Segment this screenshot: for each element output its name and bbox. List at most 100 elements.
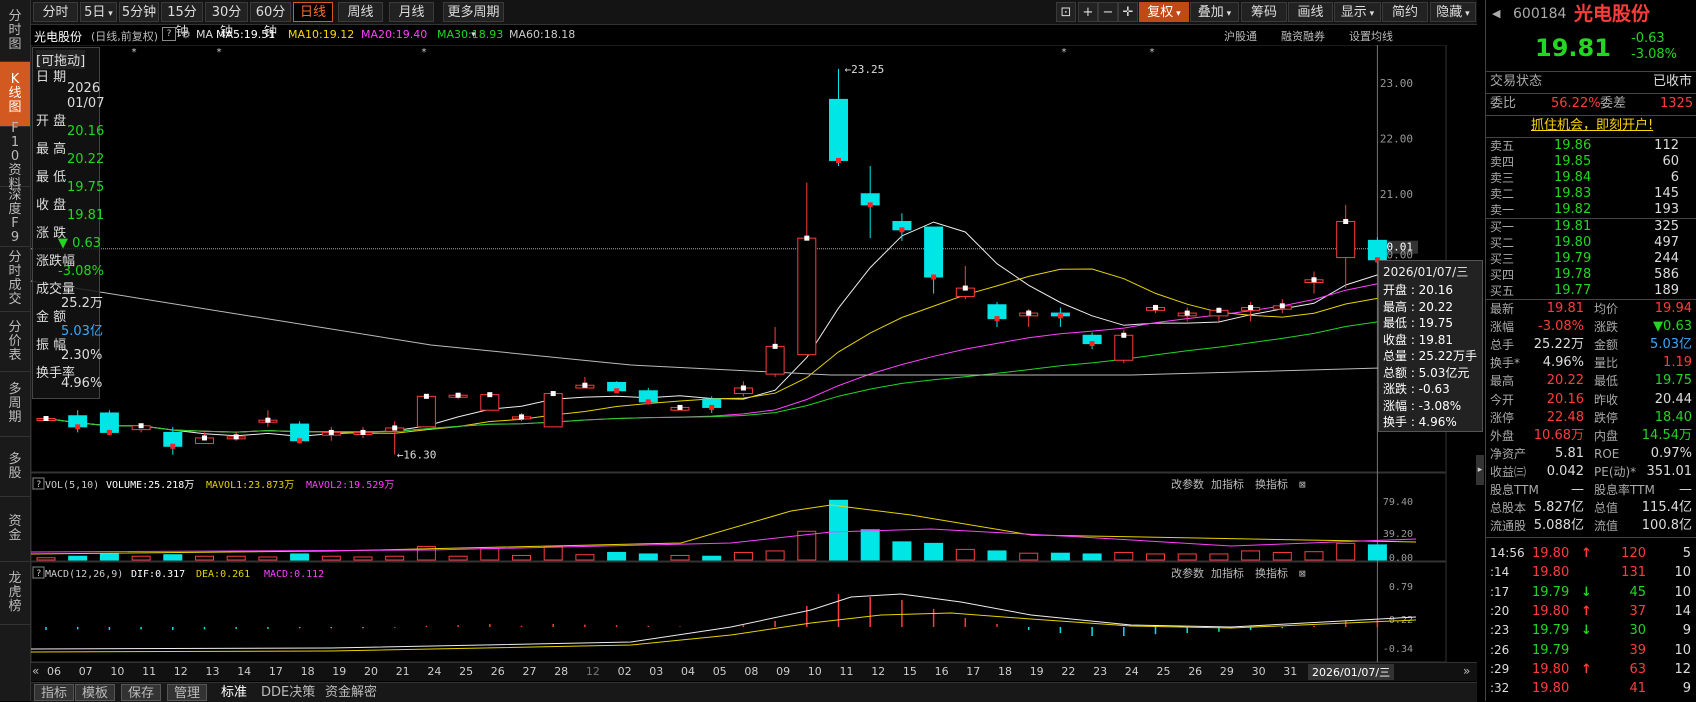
- volume-bar[interactable]: [1367, 544, 1387, 561]
- event-marker[interactable]: *: [1149, 47, 1155, 58]
- volume-bar[interactable]: [1146, 553, 1165, 561]
- period-6[interactable]: 日线: [293, 2, 333, 22]
- candle-body[interactable]: [1114, 334, 1134, 361]
- toolbar-right-1[interactable]: 叠加 ▾: [1190, 2, 1239, 22]
- sidebar-item-4[interactable]: 分时成交: [0, 247, 30, 312]
- volume-bar[interactable]: [195, 555, 214, 561]
- bottom-tab-1[interactable]: 模板: [75, 684, 116, 701]
- candle-body[interactable]: [765, 345, 785, 375]
- volume-bar[interactable]: [99, 553, 119, 561]
- period-2[interactable]: 5分钟: [119, 2, 159, 22]
- volume-bar[interactable]: [607, 551, 627, 561]
- link-margin[interactable]: 融资融券: [1281, 28, 1325, 44]
- volume-bar[interactable]: [1209, 553, 1229, 561]
- bottom-tab-2[interactable]: 保存: [121, 684, 162, 701]
- volume-bar[interactable]: [1272, 551, 1292, 561]
- candle-body[interactable]: [829, 98, 848, 161]
- sidebar-item-3[interactable]: 深度F9: [0, 187, 30, 247]
- gear-icon[interactable]: ⚙: [181, 28, 191, 41]
- vol-panel-link-1[interactable]: 加指标: [1211, 477, 1244, 491]
- volume-bar[interactable]: [131, 555, 151, 561]
- volume-bar[interactable]: [575, 554, 595, 561]
- price-panel[interactable]: [31, 45, 1447, 473]
- period-1[interactable]: 5日 ▾: [80, 2, 117, 22]
- sidebar-item-1[interactable]: K线图: [0, 62, 30, 127]
- candle-body[interactable]: [543, 393, 563, 428]
- candle-body[interactable]: [99, 412, 119, 433]
- event-marker[interactable]: *: [216, 47, 222, 58]
- volume-bar[interactable]: [955, 548, 975, 561]
- candle-body[interactable]: [797, 237, 817, 356]
- period-8[interactable]: 月线: [389, 2, 434, 22]
- volume-bar[interactable]: [68, 555, 88, 561]
- period-5[interactable]: 60分钟: [250, 2, 291, 40]
- volume-bar[interactable]: [543, 545, 563, 561]
- sidebar-item-5[interactable]: 分价表: [0, 312, 30, 372]
- vol-panel-link-2[interactable]: 换指标: [1255, 477, 1288, 491]
- scroll-right-icon[interactable]: »: [1463, 664, 1470, 678]
- sidebar-item-8[interactable]: 资金: [0, 497, 30, 562]
- bottom-tab-3[interactable]: 管理: [167, 684, 208, 701]
- candle-body[interactable]: [1367, 239, 1387, 261]
- vol-panel-link-0[interactable]: 改参数: [1171, 477, 1204, 491]
- sidebar-item-7[interactable]: 多股: [0, 437, 30, 497]
- close-icon[interactable]: ⊠: [1299, 478, 1306, 491]
- volume-bar[interactable]: [829, 499, 848, 561]
- period-4[interactable]: 30分钟: [205, 2, 248, 40]
- volume-bar[interactable]: [1019, 552, 1039, 561]
- sidebar-item-9[interactable]: 龙虎榜: [0, 562, 30, 625]
- volume-bar[interactable]: [1336, 542, 1356, 561]
- volume-bar[interactable]: [448, 555, 468, 561]
- crosshair-icon[interactable]: ✛: [1118, 2, 1138, 22]
- sidebar-item-6[interactable]: 多周期: [0, 372, 30, 437]
- panel-collapse-handle[interactable]: ▸: [1476, 455, 1484, 485]
- event-marker[interactable]: *: [421, 47, 427, 58]
- volume-bar[interactable]: [1241, 550, 1261, 561]
- close-icon[interactable]: ⊠: [1299, 567, 1306, 580]
- macd-panel-link-2[interactable]: 换指标: [1255, 566, 1288, 580]
- candle-body[interactable]: [924, 226, 944, 278]
- volume-bar[interactable]: [480, 548, 500, 561]
- volume-bar[interactable]: [1050, 552, 1070, 561]
- toolbar-right-2[interactable]: 筹码: [1241, 2, 1287, 22]
- period-7[interactable]: 周线: [338, 2, 383, 22]
- volume-bar[interactable]: [860, 529, 880, 561]
- scroll-left-icon[interactable]: «: [32, 664, 39, 678]
- plus-icon[interactable]: +: [1078, 2, 1098, 22]
- minus-icon[interactable]: −: [1098, 2, 1118, 22]
- volume-bar[interactable]: [765, 550, 785, 561]
- volume-bar[interactable]: [733, 551, 753, 561]
- volume-bar[interactable]: [987, 550, 1007, 561]
- toolbar-right-5[interactable]: 简约: [1382, 2, 1428, 22]
- volume-bar[interactable]: [702, 555, 722, 561]
- bottom-tab-0[interactable]: 指标: [34, 684, 75, 701]
- volume-bar[interactable]: [1114, 551, 1134, 561]
- bottom-tab-5[interactable]: DDE决策: [255, 684, 321, 701]
- volume-bar[interactable]: [638, 553, 658, 561]
- event-marker[interactable]: *: [131, 47, 137, 58]
- link-ma-settings[interactable]: 设置均线: [1349, 28, 1393, 44]
- candle-body[interactable]: [1336, 221, 1356, 259]
- macd-panel-link-1[interactable]: 加指标: [1211, 566, 1244, 580]
- lock-icon[interactable]: ⊡: [1056, 2, 1076, 22]
- volume-bar[interactable]: [290, 553, 310, 561]
- volume-bar[interactable]: [385, 555, 405, 561]
- volume-bar[interactable]: [892, 541, 912, 561]
- chart-area[interactable]: 23.0022.0021.0020.0120.00←23.25←16.30* * *…: [31, 45, 1477, 662]
- date-axis[interactable]: « 06 07 10 11 12 13 14 17 18 19 20 21 24 25 26 27 28 12 02 0…: [31, 662, 1477, 681]
- candle-body[interactable]: [416, 395, 436, 428]
- volume-bar[interactable]: [226, 555, 246, 561]
- volume-bar[interactable]: [36, 557, 56, 561]
- volume-bar[interactable]: [670, 554, 690, 561]
- left-info-panel[interactable]: [可拖动] 日 期 2026 01/07 开 盘 20.16 最 高 20.22 最 低 19.7…: [32, 47, 104, 399]
- volume-bar[interactable]: [163, 554, 183, 561]
- sidebar-item-2[interactable]: F10资料: [0, 121, 30, 191]
- bottom-tab-4[interactable]: 标准: [215, 684, 253, 701]
- volume-bar[interactable]: [258, 556, 278, 561]
- volume-bar[interactable]: [1082, 553, 1102, 561]
- sidebar-item-0[interactable]: 分时图: [0, 0, 30, 62]
- help-icon[interactable]: ?: [162, 27, 176, 41]
- promo-link[interactable]: 抓住机会，即刻开户!: [1531, 116, 1653, 136]
- macd-panel-link-0[interactable]: 改参数: [1171, 566, 1204, 580]
- event-marker[interactable]: *: [1061, 47, 1067, 58]
